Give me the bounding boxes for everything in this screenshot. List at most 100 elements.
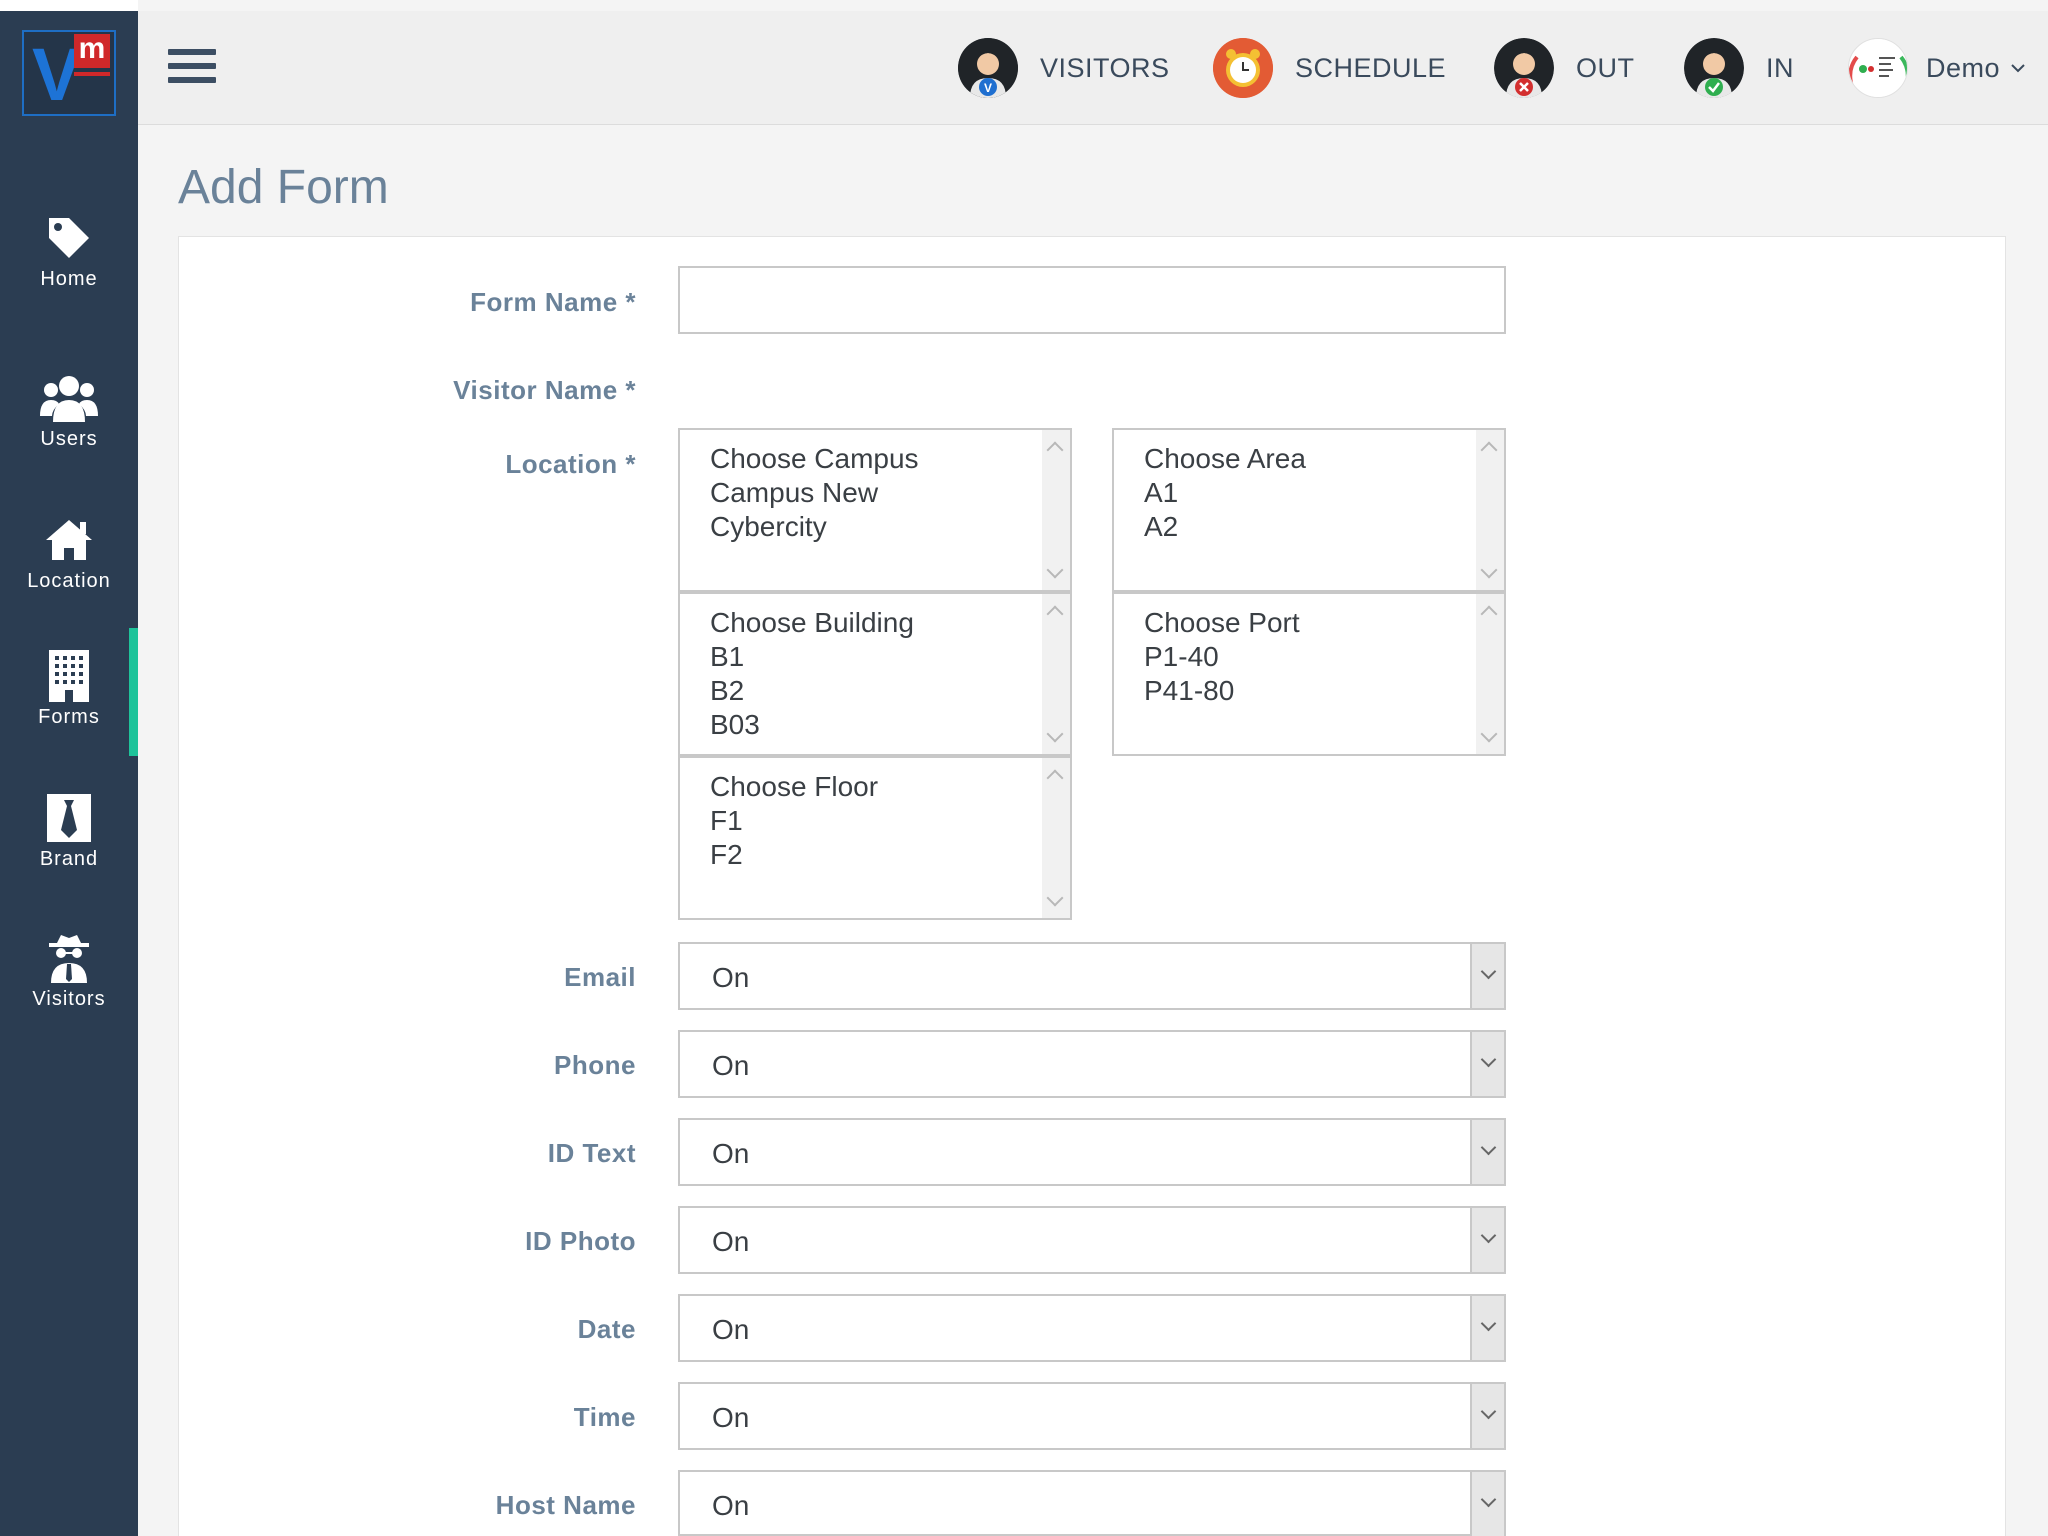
list-option[interactable]: B2 bbox=[710, 674, 914, 708]
select-caret[interactable] bbox=[1470, 1120, 1504, 1184]
select-caret[interactable] bbox=[1470, 1472, 1504, 1536]
list-option[interactable]: Choose Area bbox=[1144, 442, 1306, 476]
list-option[interactable]: A2 bbox=[1144, 510, 1306, 544]
email-select[interactable]: On bbox=[678, 942, 1506, 1010]
header-nav-visitors[interactable]: V VISITORS bbox=[958, 11, 1170, 125]
list-option[interactable]: P41-80 bbox=[1144, 674, 1300, 708]
phone-select[interactable]: On bbox=[678, 1030, 1506, 1098]
chevron-down-icon bbox=[1480, 1315, 1497, 1332]
list-option[interactable]: Cybercity bbox=[710, 510, 919, 544]
sidebar-item-visitors[interactable]: Visitors bbox=[0, 910, 138, 1038]
sidebar-item-label: Location bbox=[27, 570, 111, 592]
listbox-scrollbar[interactable] bbox=[1476, 594, 1504, 754]
header-nav-in[interactable]: IN bbox=[1684, 11, 1794, 125]
id-text-select[interactable]: On bbox=[678, 1118, 1506, 1186]
user-menu[interactable]: Demo bbox=[1848, 11, 2026, 125]
email-label: Email bbox=[564, 962, 636, 992]
building-icon bbox=[0, 644, 138, 708]
list-option[interactable]: B1 bbox=[710, 640, 914, 674]
sidebar-item-location[interactable]: Location bbox=[0, 492, 138, 620]
chevron-down-icon bbox=[1480, 1491, 1497, 1508]
date-label: Date bbox=[577, 1314, 636, 1344]
header-nav-label: VISITORS bbox=[1040, 52, 1170, 83]
listbox-scrollbar[interactable] bbox=[1042, 758, 1070, 918]
user-name: Demo bbox=[1926, 52, 2001, 83]
visitor-avatar-icon: V bbox=[958, 38, 1018, 98]
scroll-down-icon[interactable] bbox=[1046, 561, 1064, 579]
phone-label: Phone bbox=[554, 1050, 636, 1080]
time-select[interactable]: On bbox=[678, 1382, 1506, 1450]
visitor-out-avatar-icon bbox=[1494, 38, 1554, 98]
sidebar-top-strip bbox=[0, 0, 138, 11]
list-option[interactable]: Choose Floor bbox=[710, 770, 878, 804]
list-option[interactable]: Campus New bbox=[710, 476, 919, 510]
scroll-up-icon[interactable] bbox=[1046, 769, 1064, 787]
scroll-down-icon[interactable] bbox=[1046, 725, 1064, 743]
sidebar-item-forms[interactable]: Forms bbox=[0, 628, 138, 756]
sidebar-item-users[interactable]: Users bbox=[0, 350, 138, 478]
chevron-down-icon bbox=[1480, 1403, 1497, 1420]
select-value: On bbox=[712, 1314, 750, 1345]
select-caret[interactable] bbox=[1470, 1296, 1504, 1360]
tag-icon bbox=[0, 206, 138, 270]
list-option[interactable]: Choose Campus bbox=[710, 442, 919, 476]
user-avatar-icon bbox=[1848, 38, 1908, 98]
building-listbox[interactable]: Choose Building B1 B2 B03 bbox=[678, 592, 1072, 756]
select-caret[interactable] bbox=[1470, 1384, 1504, 1448]
chevron-down-icon bbox=[1480, 1139, 1497, 1156]
scroll-down-icon[interactable] bbox=[1480, 725, 1498, 743]
header-nav-schedule[interactable]: SCHEDULE bbox=[1213, 11, 1446, 125]
select-value: On bbox=[712, 1226, 750, 1257]
host-name-select[interactable]: On bbox=[678, 1470, 1506, 1536]
list-option[interactable]: Choose Building bbox=[710, 606, 914, 640]
id-photo-select[interactable]: On bbox=[678, 1206, 1506, 1274]
sidebar-item-label: Forms bbox=[38, 706, 100, 728]
select-value: On bbox=[712, 1490, 750, 1521]
chevron-down-icon bbox=[2011, 64, 2025, 73]
select-caret[interactable] bbox=[1470, 944, 1504, 1008]
scroll-up-icon[interactable] bbox=[1480, 441, 1498, 459]
app-logo[interactable]: V m bbox=[22, 30, 116, 116]
list-option[interactable]: F2 bbox=[710, 838, 878, 872]
port-listbox[interactable]: Choose Port P1-40 P41-80 bbox=[1112, 592, 1506, 756]
select-caret[interactable] bbox=[1470, 1208, 1504, 1272]
listbox-scrollbar[interactable] bbox=[1476, 430, 1504, 590]
area-listbox[interactable]: Choose Area A1 A2 bbox=[1112, 428, 1506, 592]
header-nav-out[interactable]: OUT bbox=[1494, 11, 1635, 125]
campus-listbox[interactable]: Choose Campus Campus New Cybercity bbox=[678, 428, 1072, 592]
visitor-name-label: Visitor Name * bbox=[453, 375, 636, 405]
svg-text:V: V bbox=[984, 81, 992, 95]
sidebar-item-home[interactable]: Home bbox=[0, 190, 138, 318]
hamburger-menu-icon[interactable] bbox=[168, 49, 216, 89]
scroll-up-icon[interactable] bbox=[1480, 605, 1498, 623]
list-option[interactable]: P1-40 bbox=[1144, 640, 1300, 674]
chevron-down-icon bbox=[1480, 1051, 1497, 1068]
form-name-label: Form Name * bbox=[470, 287, 636, 317]
page-title: Add Form bbox=[178, 161, 389, 214]
list-option[interactable]: A1 bbox=[1144, 476, 1306, 510]
id-photo-label: ID Photo bbox=[525, 1226, 636, 1256]
home-icon bbox=[0, 508, 138, 572]
scroll-down-icon[interactable] bbox=[1480, 561, 1498, 579]
chevron-down-icon bbox=[1480, 1227, 1497, 1244]
listbox-scrollbar[interactable] bbox=[1042, 594, 1070, 754]
scroll-up-icon[interactable] bbox=[1046, 605, 1064, 623]
alarm-clock-icon bbox=[1213, 38, 1273, 98]
list-option[interactable]: B03 bbox=[710, 708, 914, 742]
listbox-scrollbar[interactable] bbox=[1042, 430, 1070, 590]
scroll-down-icon[interactable] bbox=[1046, 889, 1064, 907]
date-select[interactable]: On bbox=[678, 1294, 1506, 1362]
sidebar-item-brand[interactable]: Brand bbox=[0, 770, 138, 898]
floor-listbox[interactable]: Choose Floor F1 F2 bbox=[678, 756, 1072, 920]
visitor-in-avatar-icon bbox=[1684, 38, 1744, 98]
id-text-label: ID Text bbox=[547, 1138, 636, 1168]
list-option[interactable]: Choose Port bbox=[1144, 606, 1300, 640]
list-option[interactable]: F1 bbox=[710, 804, 878, 838]
sidebar-item-label: Brand bbox=[39, 848, 99, 870]
sidebar-item-label: Users bbox=[40, 428, 98, 450]
logo-letter-v: V bbox=[32, 33, 81, 116]
scroll-up-icon[interactable] bbox=[1046, 441, 1064, 459]
select-value: On bbox=[712, 962, 750, 993]
form-name-input[interactable] bbox=[678, 266, 1506, 334]
select-caret[interactable] bbox=[1470, 1032, 1504, 1096]
